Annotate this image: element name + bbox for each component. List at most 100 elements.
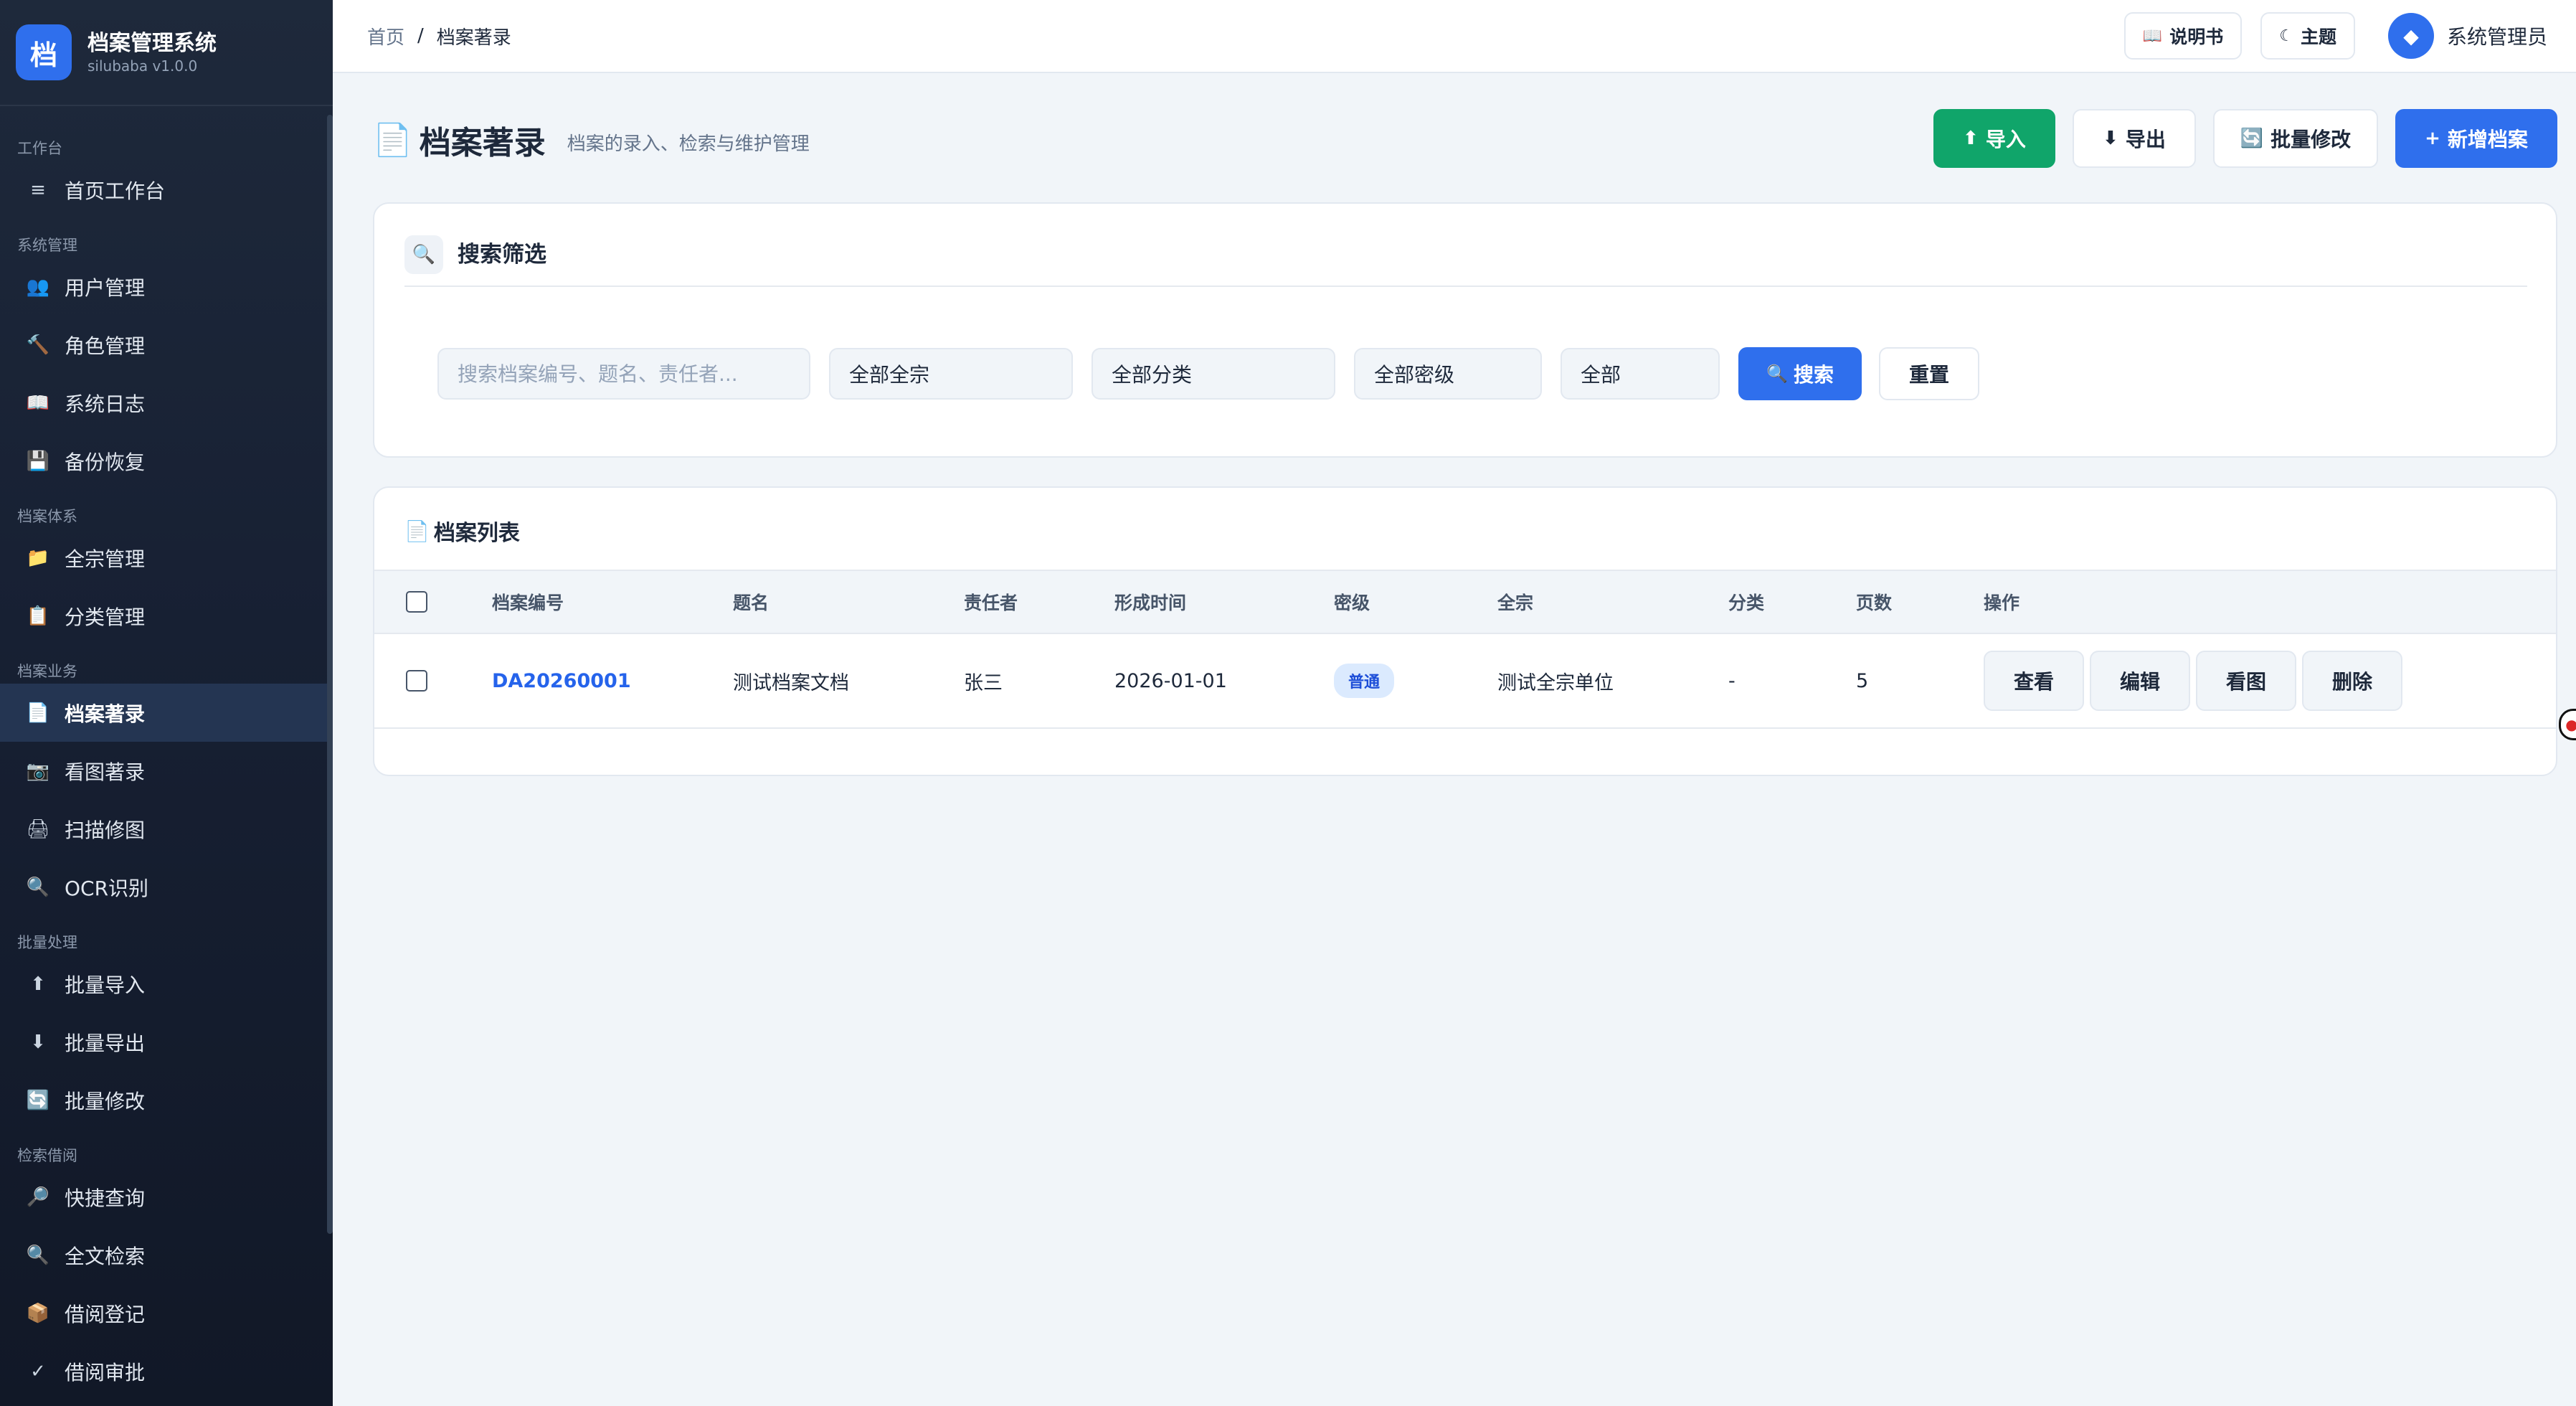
magnifier-icon: 🔍 bbox=[26, 876, 50, 898]
sidebar-item-label: 角色管理 bbox=[65, 334, 146, 358]
archive-no-link[interactable]: DA20260001 bbox=[492, 634, 631, 727]
filter-bar: 全部全宗 全部分类 全部密级 全部 🔍 搜索 重置 bbox=[437, 347, 1997, 400]
arrow-down-icon: ⬇ bbox=[30, 1031, 46, 1053]
sidebar-item-label: 扫描修图 bbox=[65, 818, 146, 842]
column-header-fonds[interactable]: 全宗 bbox=[1497, 571, 1533, 633]
sidebar-section-title: 档案体系 bbox=[17, 508, 77, 525]
sidebar-item[interactable]: ✓ 借阅审批 bbox=[0, 1342, 333, 1400]
page-actions: ⬆ 导入 ⬇ 导出 🔄 批量修改 + 新增档案 bbox=[1916, 109, 2557, 168]
table-row[interactable]: DA20260001 测试档案文档 张三 2026-01-01 普通 测试全宗单… bbox=[374, 634, 2556, 729]
sidebar-section-title: 工作台 bbox=[17, 140, 62, 157]
view-button[interactable]: 查看 bbox=[1984, 651, 2084, 711]
sidebar-item-label: 全宗管理 bbox=[65, 547, 146, 571]
column-header-security[interactable]: 密级 bbox=[1334, 571, 1370, 633]
reset-button-label: 重置 bbox=[1908, 363, 1949, 387]
sidebar-item-label: 系统日志 bbox=[65, 392, 146, 416]
arrow-up-icon: ⬆ bbox=[1963, 128, 1979, 149]
table-header: 档案编号 题名 责任者 形成时间 密级 全宗 分类 页数 操作 bbox=[374, 570, 2556, 634]
sidebar-item[interactable]: 📁 全宗管理 bbox=[0, 529, 333, 587]
sidebar-item[interactable]: ≡ 首页工作台 bbox=[0, 161, 333, 219]
sidebar-section-title: 系统管理 bbox=[17, 237, 77, 254]
sidebar-item[interactable]: 🔍 OCR识别 bbox=[0, 858, 333, 916]
sidebar-item[interactable]: 🔍 全文检索 bbox=[0, 1226, 333, 1284]
document-icon: 📄 bbox=[26, 702, 50, 724]
clipboard-icon: 📋 bbox=[26, 605, 50, 627]
page-subtitle: 档案的录入、检索与维护管理 bbox=[567, 133, 810, 155]
sidebar-item-label: 看图著录 bbox=[65, 760, 146, 784]
delete-button[interactable]: 删除 bbox=[2302, 651, 2402, 711]
column-header-category[interactable]: 分类 bbox=[1728, 571, 1764, 633]
row-actions: 查看 编辑 看图 删除 bbox=[1984, 634, 2408, 727]
cell-category: - bbox=[1728, 669, 1736, 692]
view-images-button[interactable]: 看图 bbox=[2196, 651, 2296, 711]
row-checkbox[interactable] bbox=[406, 670, 427, 692]
search-card-title: 搜索筛选 bbox=[458, 242, 546, 268]
top-actions: 📖 说明书 ☾ 主题 ◆ 系统管理员 bbox=[2106, 0, 2547, 72]
arrow-up-icon: ⬆ bbox=[30, 973, 46, 995]
search-button[interactable]: 🔍 搜索 bbox=[1738, 347, 1862, 400]
sidebar-brand[interactable]: 档 档案管理系统 silubaba v1.0.0 bbox=[0, 0, 333, 106]
sidebar-item[interactable]: 🔎 快捷查询 bbox=[0, 1168, 333, 1226]
column-header-author[interactable]: 责任者 bbox=[964, 571, 1018, 633]
app-title: 档案管理系统 bbox=[87, 31, 217, 56]
user-menu[interactable]: ◆ 系统管理员 bbox=[2387, 13, 2547, 59]
sidebar-item[interactable]: 🔄 批量修改 bbox=[0, 1071, 333, 1129]
breadcrumb-home[interactable]: 首页 bbox=[367, 23, 404, 49]
search-icon: 🔍 bbox=[1766, 364, 1788, 384]
check-icon: ✓ bbox=[30, 1360, 46, 1382]
sidebar-item[interactable]: 📦 借阅登记 bbox=[0, 1284, 333, 1342]
page-header: 📄 档案著录 档案的录入、检索与维护管理 bbox=[373, 108, 810, 172]
export-button[interactable]: ⬇ 导出 bbox=[2073, 109, 2196, 168]
category-select-value: 全部分类 bbox=[1112, 363, 1193, 387]
column-header-title[interactable]: 题名 bbox=[733, 571, 769, 633]
select-all-cell bbox=[406, 571, 427, 633]
sidebar-item[interactable]: 📋 分类管理 bbox=[0, 587, 333, 645]
breadcrumb-current: 档案著录 bbox=[436, 27, 511, 49]
sidebar-item-label: 快捷查询 bbox=[65, 1186, 146, 1210]
cell-pages: 5 bbox=[1856, 669, 1869, 692]
column-header-pages[interactable]: 页数 bbox=[1856, 571, 1892, 633]
sidebar-item[interactable]: 🔨 角色管理 bbox=[0, 316, 333, 374]
import-button[interactable]: ⬆ 导入 bbox=[1933, 109, 2055, 168]
status-select[interactable]: 全部 bbox=[1561, 348, 1720, 400]
plus-icon: + bbox=[2425, 128, 2440, 149]
cell-author: 张三 bbox=[964, 671, 1003, 694]
theme-button[interactable]: ☾ 主题 bbox=[2260, 12, 2355, 60]
sidebar-item[interactable]: 📖 系统日志 bbox=[0, 374, 333, 432]
sidebar-item[interactable]: ⬆ 批量导入 bbox=[0, 955, 333, 1013]
column-header-date[interactable]: 形成时间 bbox=[1114, 571, 1186, 633]
users-icon: 👥 bbox=[26, 275, 50, 298]
reset-button[interactable]: 重置 bbox=[1879, 347, 1979, 400]
sidebar-section-title: 档案业务 bbox=[17, 663, 77, 680]
fonds-select[interactable]: 全部全宗 bbox=[829, 348, 1073, 400]
sidebar-item[interactable]: 📄 档案著录 bbox=[0, 684, 333, 742]
batch-edit-button[interactable]: 🔄 批量修改 bbox=[2213, 109, 2378, 168]
sidebar-item[interactable]: 🖨 扫描修图 bbox=[0, 800, 333, 858]
security-select[interactable]: 全部密级 bbox=[1354, 348, 1542, 400]
security-badge: 普通 bbox=[1334, 664, 1395, 698]
manual-button[interactable]: 📖 说明书 bbox=[2123, 12, 2243, 60]
search-input[interactable] bbox=[437, 348, 810, 400]
search-button-label: 搜索 bbox=[1793, 363, 1834, 387]
column-header-archive-no[interactable]: 档案编号 bbox=[492, 571, 564, 633]
column-header-actions: 操作 bbox=[1984, 593, 2020, 613]
magnifier-icon: 🔍 bbox=[404, 235, 443, 274]
topbar: 首页 / 档案著录 📖 说明书 ☾ 主题 ◆ 系统管理员 bbox=[333, 0, 2576, 73]
new-archive-button[interactable]: + 新增档案 bbox=[2395, 109, 2557, 168]
sidebar-scrollbar[interactable] bbox=[327, 115, 333, 1234]
edit-button[interactable]: 编辑 bbox=[2090, 651, 2190, 711]
sidebar-item[interactable]: 👥 用户管理 bbox=[0, 258, 333, 316]
select-all-checkbox[interactable] bbox=[406, 591, 427, 613]
status-select-value: 全部 bbox=[1581, 363, 1621, 387]
sidebar-item[interactable]: ⬇ 批量导出 bbox=[0, 1013, 333, 1071]
floating-widget-icon[interactable]: ● bbox=[2559, 709, 2576, 740]
sidebar-item[interactable]: 📷 看图著录 bbox=[0, 742, 333, 800]
magnifier-icon: 🔍 bbox=[26, 1244, 50, 1266]
breadcrumb: 首页 / 档案著录 bbox=[367, 23, 511, 49]
sidebar-item[interactable]: 💾 备份恢复 bbox=[0, 432, 333, 490]
page-title: 档案著录 bbox=[419, 125, 546, 161]
floppy-icon: 💾 bbox=[26, 450, 50, 472]
sidebar-nav: 工作台 ≡ 首页工作台系统管理 👥 用户管理 🔨 角色管理 📖 系统日志 💾 备份恢复档案体系 📁 全宗… bbox=[0, 136, 333, 1400]
list-card-title: 档案列表 bbox=[433, 521, 520, 546]
category-select[interactable]: 全部分类 bbox=[1092, 348, 1335, 400]
